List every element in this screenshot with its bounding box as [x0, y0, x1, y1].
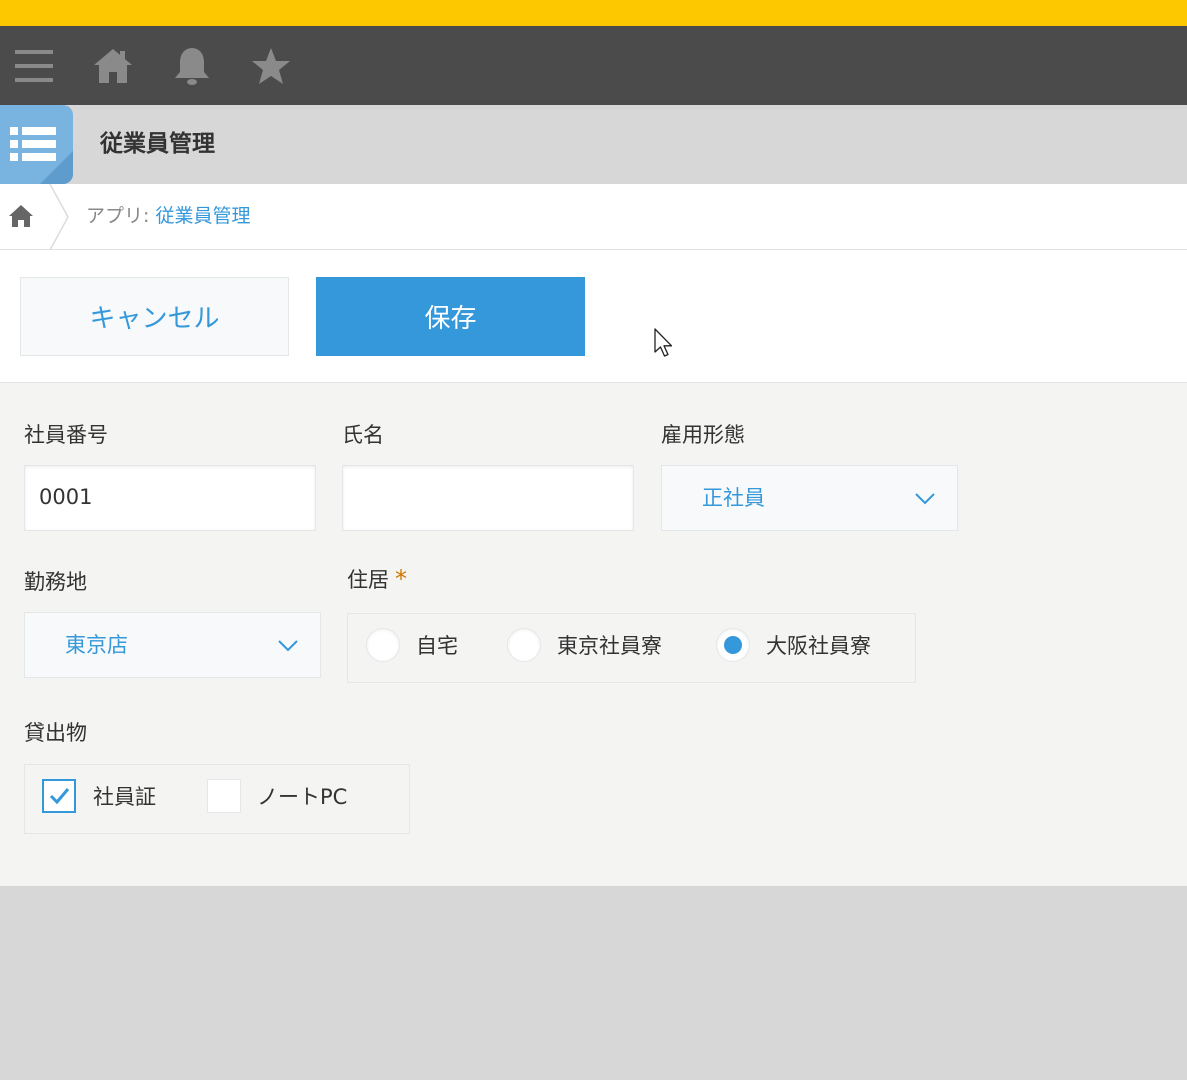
employment-type-label: 雇用形態: [661, 423, 745, 447]
employment-type-select[interactable]: 正社員: [661, 465, 958, 531]
name-label: 氏名: [342, 423, 384, 447]
residence-option-label[interactable]: 東京社員寮: [557, 630, 662, 660]
app-title: 従業員管理: [100, 131, 215, 157]
breadcrumb-prefix: アプリ:: [86, 205, 156, 227]
loan-item-label[interactable]: ノートPC: [257, 781, 347, 811]
app-header: 従業員管理: [0, 105, 1187, 184]
residence-radio-tokyo-dorm[interactable]: [507, 628, 541, 662]
checkmark-icon: [49, 788, 70, 805]
employment-type-value: 正社員: [702, 486, 765, 510]
breadcrumb-app-link[interactable]: 従業員管理: [155, 205, 250, 227]
work-location-select[interactable]: 東京店: [24, 612, 321, 678]
star-icon[interactable]: [245, 26, 297, 105]
record-toolbar: キャンセル 保存: [0, 250, 1187, 383]
breadcrumb-separator: [49, 184, 69, 250]
mouse-cursor-icon: [654, 328, 673, 357]
bell-icon[interactable]: [166, 26, 218, 105]
loan-item-checkbox-id-card[interactable]: [42, 779, 76, 813]
required-mark: *: [395, 565, 407, 593]
cancel-button[interactable]: キャンセル: [20, 277, 289, 356]
breadcrumb-home-icon[interactable]: [8, 203, 34, 229]
loan-items-label: 貸出物: [24, 721, 87, 745]
home-icon[interactable]: [88, 26, 138, 105]
residence-radio-home[interactable]: [366, 628, 400, 662]
menu-icon[interactable]: [8, 26, 60, 105]
residence-radio-osaka-dorm[interactable]: [716, 628, 750, 662]
chevron-down-icon: [278, 640, 298, 652]
residence-option-label[interactable]: 大阪社員寮: [766, 630, 871, 660]
employee-no-input[interactable]: 0001: [24, 465, 316, 531]
name-input[interactable]: [342, 465, 634, 531]
app-list-icon: [0, 105, 73, 184]
work-location-label: 勤務地: [24, 570, 87, 594]
loan-item-checkbox-laptop[interactable]: [207, 779, 241, 813]
breadcrumb-text: アプリ: 従業員管理: [86, 184, 250, 250]
breadcrumb: アプリ: 従業員管理: [0, 184, 1187, 250]
residence-radio-group: 自宅 東京社員寮 大阪社員寮: [347, 613, 916, 683]
work-location-value: 東京店: [65, 633, 128, 657]
global-navbar: [0, 26, 1187, 105]
employee-no-label: 社員番号: [24, 423, 108, 447]
top-accent-stripe: [0, 0, 1187, 26]
chevron-down-icon: [915, 493, 935, 505]
radio-selected-dot: [724, 636, 742, 654]
residence-label-text: 住居: [347, 568, 389, 592]
loan-item-label[interactable]: 社員証: [93, 781, 156, 811]
record-form: 社員番号 0001 氏名 雇用形態 正社員 勤務地 東京店 住居 * 自宅 東京社…: [0, 383, 1187, 886]
loan-items-checkbox-group: 社員証 ノートPC: [24, 764, 410, 834]
save-button[interactable]: 保存: [316, 277, 585, 356]
residence-option-label[interactable]: 自宅: [416, 630, 458, 660]
residence-label: 住居 *: [347, 564, 407, 594]
